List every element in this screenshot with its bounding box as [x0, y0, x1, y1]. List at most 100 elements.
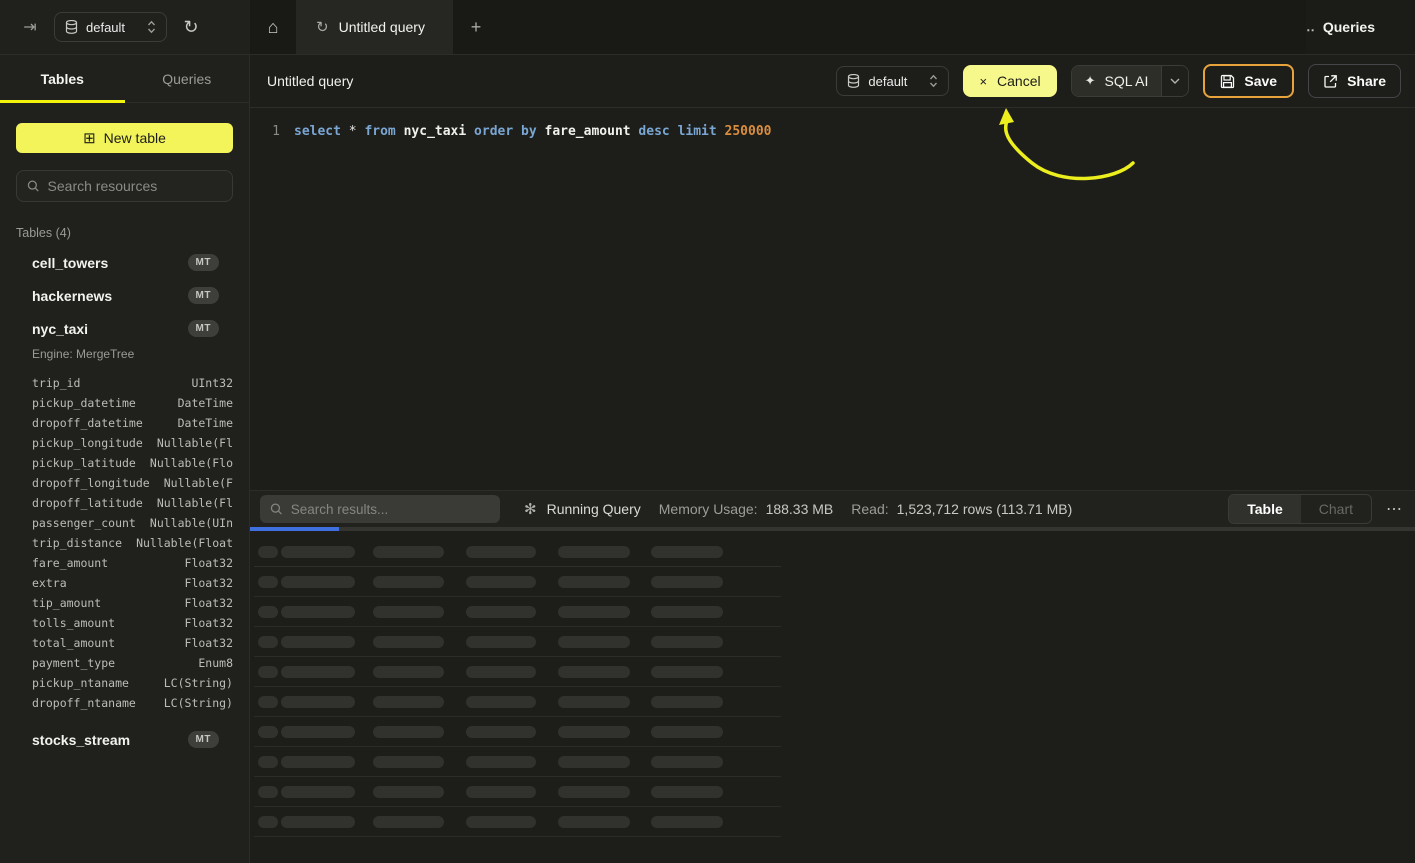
- skeleton-cell: [558, 786, 630, 798]
- skeleton-row: [250, 567, 1415, 597]
- new-tab-button[interactable]: +: [453, 0, 499, 54]
- skeleton-cell: [281, 816, 355, 828]
- sql-ai-dropdown[interactable]: [1161, 66, 1188, 96]
- new-table-button[interactable]: ⊞ New table: [16, 123, 233, 153]
- query-database-selector[interactable]: default: [836, 66, 949, 96]
- column-row[interactable]: pickup_ntanameLC(String): [32, 673, 233, 693]
- column-row[interactable]: pickup_latitudeNullable(Flo: [32, 453, 233, 473]
- skeleton-row: [250, 717, 1415, 747]
- sql-ai-main[interactable]: ✦ SQL AI: [1072, 66, 1162, 96]
- column-row[interactable]: total_amountFloat32: [32, 633, 233, 653]
- view-toggle-table[interactable]: Table: [1229, 495, 1301, 523]
- read-stat: Read: 1,523,712 rows (113.71 MB): [851, 501, 1072, 517]
- column-name: fare_amount: [32, 556, 108, 570]
- skeleton-cell: [281, 756, 355, 768]
- skeleton-cell: [466, 546, 536, 558]
- column-row[interactable]: extraFloat32: [32, 573, 233, 593]
- skeleton-cell: [558, 726, 630, 738]
- skeleton-cell: [258, 576, 278, 588]
- save-icon: [1220, 74, 1235, 89]
- table-item-cell_towers[interactable]: cell_towersMT: [0, 246, 249, 279]
- column-row[interactable]: dropoff_datetimeDateTime: [32, 413, 233, 433]
- skeleton-cell: [281, 726, 355, 738]
- table-item-nyc_taxi[interactable]: nyc_taxiMT: [0, 312, 249, 345]
- save-label: Save: [1244, 73, 1277, 89]
- sql-ai-button[interactable]: ✦ SQL AI: [1071, 65, 1190, 97]
- column-row[interactable]: passenger_countNullable(UIn: [32, 513, 233, 533]
- sidebar-search[interactable]: [16, 170, 233, 202]
- column-name: pickup_longitude: [32, 436, 143, 450]
- skeleton-cell: [466, 756, 536, 768]
- column-row[interactable]: pickup_datetime DateTime: [32, 393, 233, 413]
- home-icon[interactable]: ⌂: [250, 0, 296, 54]
- column-row[interactable]: fare_amountFloat32: [32, 553, 233, 573]
- skeleton-cell: [651, 756, 723, 768]
- column-type: DateTime: [178, 396, 233, 410]
- column-row[interactable]: dropoff_ntanameLC(String): [32, 693, 233, 713]
- table-item-stocks_stream[interactable]: stocks_streamMT: [0, 723, 249, 756]
- more-options-icon[interactable]: ⋯: [1386, 499, 1403, 519]
- sql-ai-label: SQL AI: [1105, 73, 1149, 89]
- memory-usage-stat: Memory Usage: 188.33 MB: [659, 501, 834, 517]
- table-item-hackernews[interactable]: hackernewsMT: [0, 279, 249, 312]
- queries-link[interactable]: ‥ Queries: [1306, 19, 1375, 35]
- tab-label: Untitled query: [339, 19, 425, 35]
- view-toggle: Table Chart: [1228, 494, 1372, 524]
- sidebar-tabs: Tables Queries: [0, 55, 249, 103]
- skeleton-cell: [281, 786, 355, 798]
- selector-chevron-icon: [929, 74, 938, 88]
- column-name: payment_type: [32, 656, 115, 670]
- sidebar-tab-tables[interactable]: Tables: [0, 55, 125, 102]
- topbar-database-selector[interactable]: default: [54, 12, 167, 42]
- collapse-sidebar-icon[interactable]: ⇥: [18, 15, 42, 39]
- column-row[interactable]: dropoff_longitudeNullable(F: [32, 473, 233, 493]
- results-search[interactable]: [260, 495, 500, 523]
- table-grid-icon: ⊞: [83, 129, 96, 147]
- skeleton-cell: [651, 606, 723, 618]
- share-button[interactable]: Share: [1308, 64, 1401, 98]
- table-name: nyc_taxi: [32, 321, 88, 337]
- column-row[interactable]: pickup_longitudeNullable(Fl: [32, 433, 233, 453]
- column-row[interactable]: tip_amountFloat32: [32, 593, 233, 613]
- column-name: pickup_datetime: [32, 396, 136, 410]
- share-label: Share: [1347, 73, 1386, 89]
- skeleton-cell: [651, 726, 723, 738]
- skeleton-cell: [651, 576, 723, 588]
- column-name: dropoff_ntaname: [32, 696, 136, 710]
- skeleton-cell: [373, 726, 444, 738]
- refresh-icon[interactable]: ↻: [179, 15, 203, 39]
- skeleton-cell: [258, 726, 278, 738]
- view-toggle-chart[interactable]: Chart: [1301, 495, 1371, 523]
- column-name: pickup_ntaname: [32, 676, 129, 690]
- skeleton-row: [250, 657, 1415, 687]
- column-name: dropoff_datetime: [32, 416, 143, 430]
- cancel-button[interactable]: × Cancel: [963, 65, 1056, 97]
- save-button[interactable]: Save: [1203, 64, 1294, 98]
- tab-untitled-query[interactable]: ↻ Untitled query: [296, 0, 453, 54]
- sidebar: Tables Queries ⊞ New table Tables (4) ce…: [0, 55, 250, 863]
- column-type: Nullable(Fl: [157, 496, 233, 510]
- sidebar-search-input[interactable]: [48, 178, 222, 194]
- sql-editor[interactable]: 1 select * from nyc_taxi order by fare_a…: [250, 108, 1415, 490]
- sidebar-tab-queries[interactable]: Queries: [125, 55, 250, 102]
- column-type: Enum8: [198, 656, 233, 670]
- table-name: cell_towers: [32, 255, 108, 271]
- skeleton-cell: [466, 606, 536, 618]
- column-row[interactable]: trip_idUInt32: [32, 373, 233, 393]
- column-row[interactable]: payment_type Enum8: [32, 653, 233, 673]
- tables-section-header: Tables (4): [16, 226, 233, 240]
- column-type: Float32: [185, 576, 233, 590]
- skeleton-cell: [558, 696, 630, 708]
- results-search-input[interactable]: [291, 502, 490, 517]
- skeleton-cell: [258, 786, 278, 798]
- column-row[interactable]: tolls_amountFloat32: [32, 613, 233, 633]
- column-row[interactable]: trip_distanceNullable(Float: [32, 533, 233, 553]
- loading-spinner-icon: ✻: [524, 500, 537, 518]
- search-icon: [27, 179, 40, 193]
- top-bar: ⇥ default ↻ ⌂ ↻ Untitled query + ‥ Queri…: [0, 0, 1415, 55]
- query-header-actions: default × Cancel ✦ SQL AI: [836, 64, 1401, 98]
- chevron-down-icon: [1170, 78, 1180, 84]
- skeleton-cell: [651, 816, 723, 828]
- column-row[interactable]: dropoff_latitudeNullable(Fl: [32, 493, 233, 513]
- column-name: tip_amount: [32, 596, 101, 610]
